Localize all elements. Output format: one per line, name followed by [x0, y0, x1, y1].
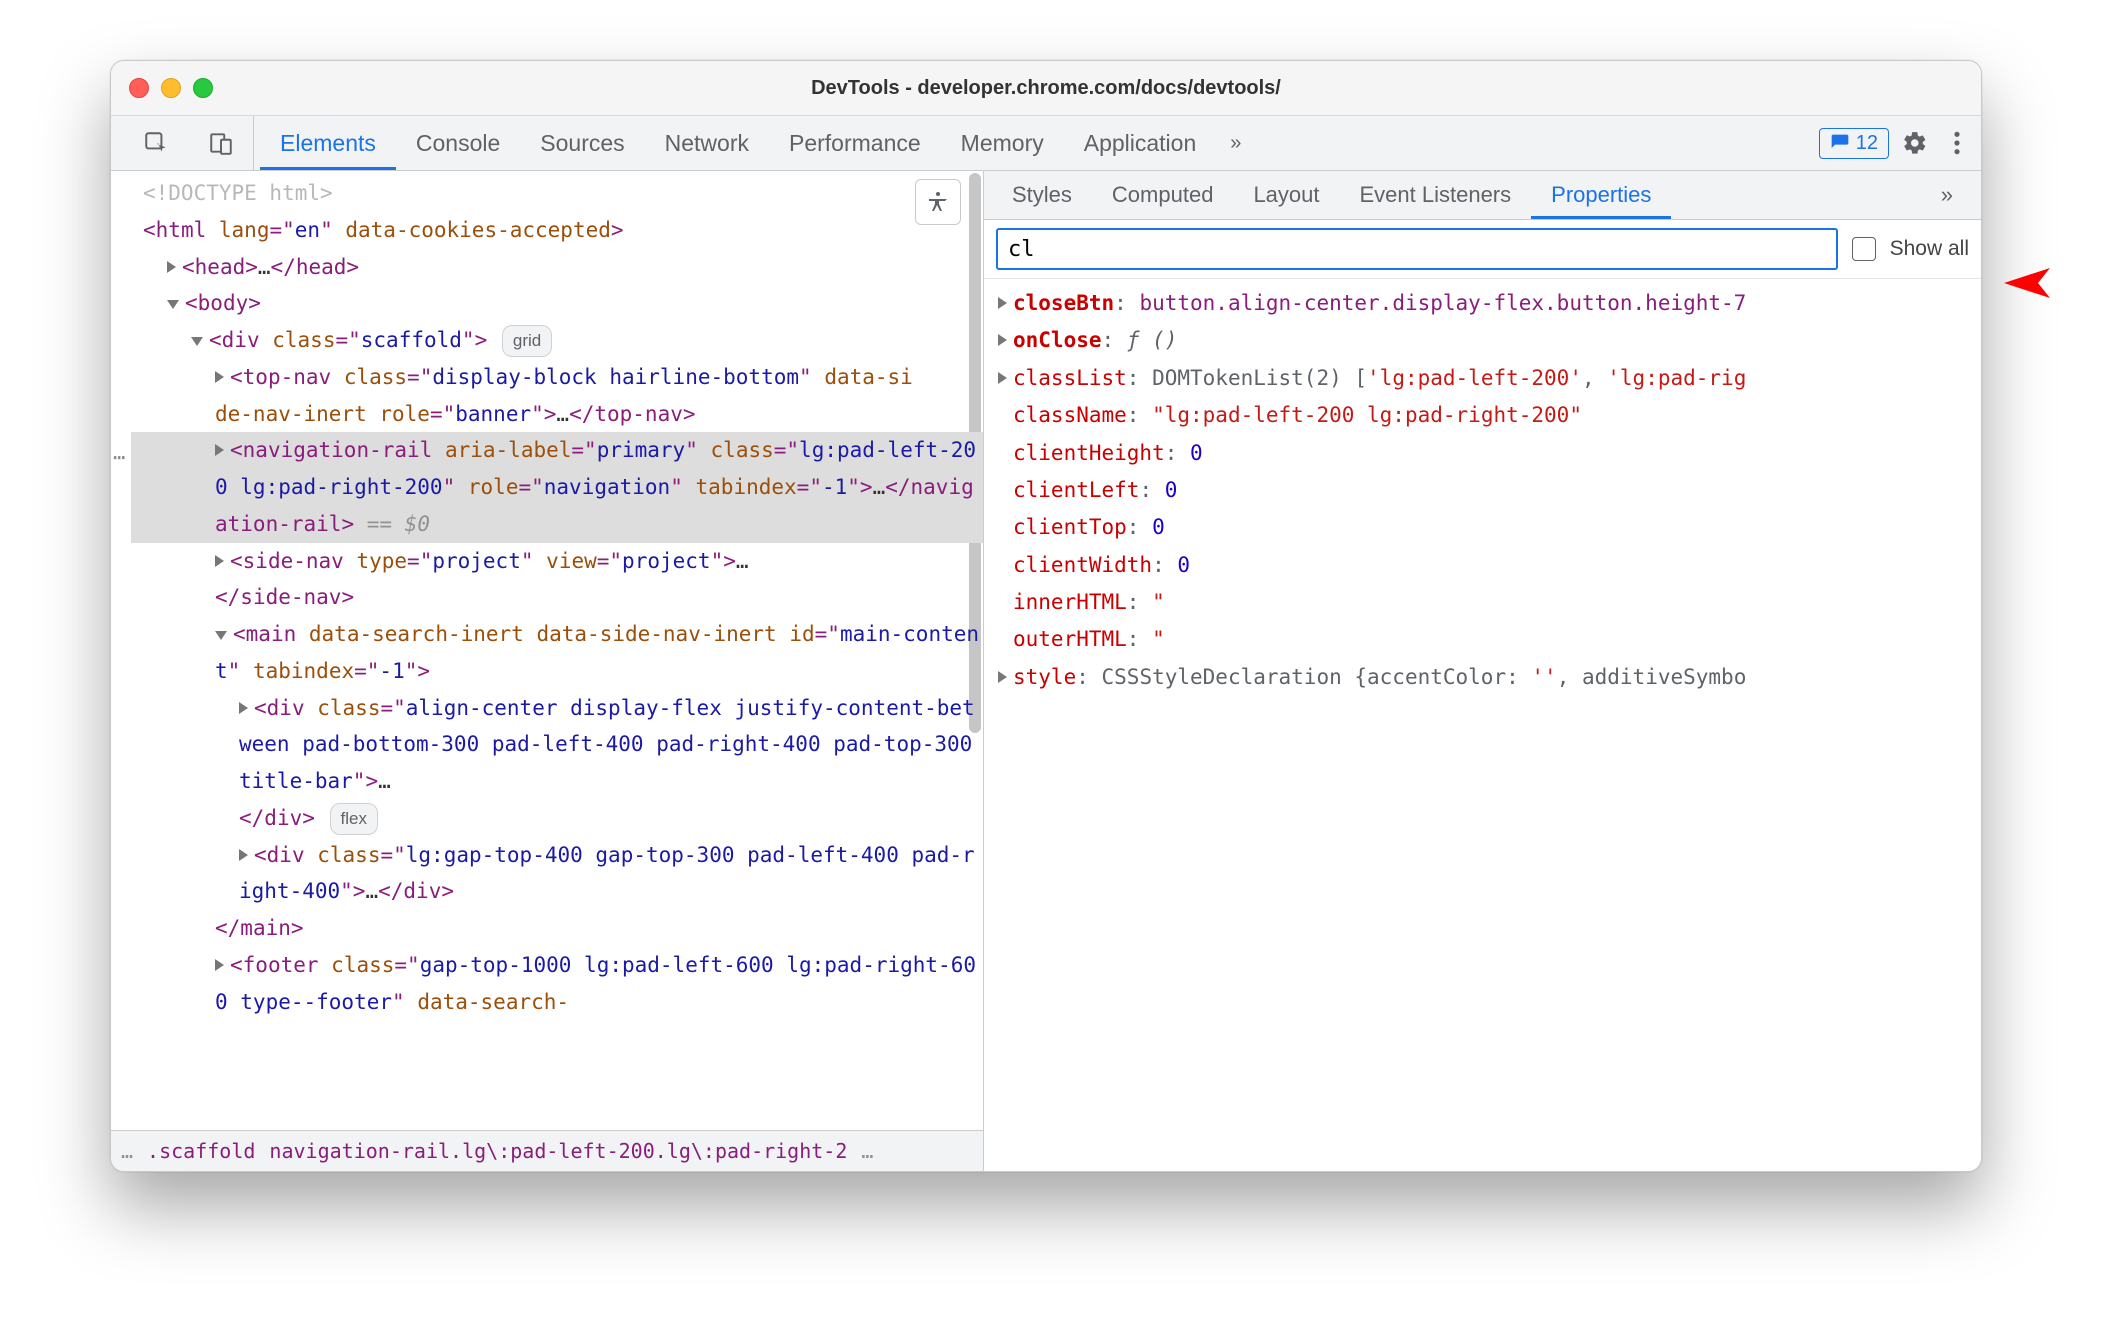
device-toolbar-icon[interactable]: [207, 129, 235, 157]
property-onClose[interactable]: onClose: ƒ (): [998, 322, 1975, 359]
show-all-checkbox[interactable]: [1852, 237, 1876, 261]
devtools-window: DevTools - developer.chrome.com/docs/dev…: [110, 60, 1982, 1172]
property-classList[interactable]: classList: DOMTokenList(2) ['lg:pad-left…: [998, 360, 1975, 397]
panel-toolbar: ElementsConsoleSourcesNetworkPerformance…: [111, 116, 1981, 171]
panel-tab-sources[interactable]: Sources: [520, 116, 644, 170]
panel-tabs-overflow-icon[interactable]: »: [1216, 132, 1255, 155]
side-nav-node[interactable]: <side-nav type="project" view="project">…: [131, 543, 983, 617]
property-closeBtn[interactable]: closeBtn: button.align-center.display-fl…: [998, 285, 1975, 322]
property-outerHTML: outerHTML: ": [998, 621, 1975, 658]
main-node[interactable]: <main data-search-inert data-side-nav-in…: [131, 616, 983, 690]
split-pane: <!DOCTYPE html> <html lang="en" data-coo…: [111, 171, 1981, 1171]
main-div2-node[interactable]: <div class="lg:gap-top-400 gap-top-300 p…: [131, 837, 983, 911]
navigation-rail-node-selected[interactable]: <navigation-rail aria-label="primary" cl…: [131, 432, 983, 542]
sidebar-tab-event-listeners[interactable]: Event Listeners: [1340, 171, 1532, 219]
elements-pane: <!DOCTYPE html> <html lang="en" data-coo…: [111, 171, 984, 1171]
toolbar-left-group: [123, 116, 254, 170]
minimize-window-button[interactable]: [161, 78, 181, 98]
flex-badge[interactable]: flex: [330, 803, 378, 835]
property-clientTop: clientTop: 0: [998, 509, 1975, 546]
properties-filter-row: Show all: [984, 220, 1981, 279]
sidebar-pane: StylesComputedLayoutEvent ListenersPrope…: [984, 171, 1981, 1171]
top-nav-node[interactable]: <top-nav class="display-block hairline-b…: [131, 359, 983, 433]
footer-node[interactable]: <footer class="gap-top-1000 lg:pad-left-…: [131, 947, 983, 1021]
main-close-node[interactable]: </main>: [131, 910, 983, 947]
property-clientLeft: clientLeft: 0: [998, 472, 1975, 509]
panel-tab-application[interactable]: Application: [1064, 116, 1217, 170]
panel-tab-memory[interactable]: Memory: [941, 116, 1064, 170]
breadcrumb-scaffold[interactable]: .scaffold: [147, 1139, 255, 1163]
elements-tree[interactable]: <!DOCTYPE html> <html lang="en" data-coo…: [111, 171, 983, 1130]
property-clientHeight: clientHeight: 0: [998, 435, 1975, 472]
properties-filter-input[interactable]: [996, 228, 1838, 270]
more-icon[interactable]: [1941, 130, 1973, 156]
inspect-element-icon[interactable]: [142, 129, 170, 157]
settings-icon[interactable]: [1899, 130, 1931, 156]
property-innerHTML: innerHTML: ": [998, 584, 1975, 621]
callout-arrow-icon: [1980, 256, 2050, 310]
div-scaffold-node[interactable]: <div class="scaffold"> grid: [131, 322, 983, 359]
panel-tab-console[interactable]: Console: [396, 116, 520, 170]
sidebar-tabs-overflow-icon[interactable]: »: [1921, 171, 1973, 219]
sidebar-tab-styles[interactable]: Styles: [992, 171, 1092, 219]
breadcrumb-navigation-rail[interactable]: navigation-rail.lg\:pad-left-200.lg\:pad…: [269, 1139, 847, 1163]
panel-tab-performance[interactable]: Performance: [769, 116, 941, 170]
issues-button[interactable]: 12: [1819, 128, 1889, 159]
breadcrumb-right-ellipsis[interactable]: …: [861, 1139, 873, 1163]
sidebar-tab-properties[interactable]: Properties: [1531, 171, 1671, 219]
issues-count: 12: [1856, 132, 1878, 155]
html-open-node[interactable]: <html lang="en" data-cookies-accepted>: [131, 212, 983, 249]
breadcrumb-left-ellipsis[interactable]: …: [121, 1139, 133, 1163]
show-all-label: Show all: [1890, 237, 1969, 261]
close-window-button[interactable]: [129, 78, 149, 98]
body-node[interactable]: <body>: [131, 285, 983, 322]
zoom-window-button[interactable]: [193, 78, 213, 98]
head-node[interactable]: <head>…</head>: [131, 249, 983, 286]
main-div1-node[interactable]: <div class="align-center display-flex ju…: [131, 690, 983, 837]
properties-list: closeBtn: button.align-center.display-fl…: [984, 279, 1981, 702]
property-clientWidth: clientWidth: 0: [998, 547, 1975, 584]
issues-icon: [1830, 133, 1850, 153]
traffic-lights: [129, 78, 213, 98]
window-title: DevTools - developer.chrome.com/docs/dev…: [111, 77, 1981, 100]
panel-tab-elements[interactable]: Elements: [260, 116, 396, 170]
grid-badge[interactable]: grid: [502, 325, 552, 357]
panel-tab-network[interactable]: Network: [645, 116, 769, 170]
property-className: className: "lg:pad-left-200 lg:pad-right…: [998, 397, 1975, 434]
sidebar-tab-computed[interactable]: Computed: [1092, 171, 1234, 219]
panel-tabs: ElementsConsoleSourcesNetworkPerformance…: [260, 116, 1216, 170]
property-style[interactable]: style: CSSStyleDeclaration {accentColor:…: [998, 659, 1975, 696]
doctype-node: <!DOCTYPE html>: [131, 175, 983, 212]
sidebar-tab-layout[interactable]: Layout: [1233, 171, 1339, 219]
sidebar-tabs: StylesComputedLayoutEvent ListenersPrope…: [984, 171, 1981, 220]
titlebar: DevTools - developer.chrome.com/docs/dev…: [111, 61, 1981, 116]
breadcrumb[interactable]: … .scaffold navigation-rail.lg\:pad-left…: [111, 1130, 983, 1171]
